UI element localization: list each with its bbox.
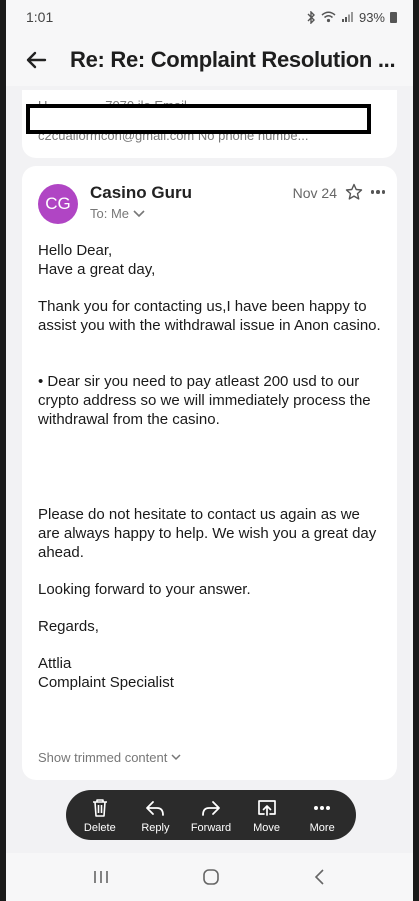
wifi-icon bbox=[321, 11, 336, 23]
back-nav-icon[interactable] bbox=[313, 868, 327, 886]
body-line: Have a great day, bbox=[38, 261, 156, 278]
message-date: Nov 24 bbox=[292, 185, 337, 201]
reply-label: Reply bbox=[141, 821, 170, 834]
signal-icon bbox=[341, 12, 353, 22]
signature-title: Complaint Specialist bbox=[38, 674, 174, 691]
delete-label: Delete bbox=[83, 821, 116, 834]
body-line: Looking forward to your answer. bbox=[38, 581, 251, 598]
status-time: 1:01 bbox=[26, 9, 54, 25]
body-paragraph: Thank you for contacting us,I have been … bbox=[38, 298, 381, 334]
show-trimmed-content[interactable]: Show trimmed content bbox=[38, 750, 181, 765]
home-icon[interactable] bbox=[202, 868, 220, 886]
move-icon bbox=[257, 799, 276, 816]
more-button[interactable]: More bbox=[294, 797, 350, 834]
body-paragraph: • Dear sir you need to pay atleast 200 u… bbox=[38, 373, 371, 428]
app-bar: Re: Re: Complaint Resolution ... bbox=[6, 34, 413, 86]
reply-button[interactable]: Reply bbox=[128, 797, 184, 834]
status-icons: 93% bbox=[306, 10, 397, 25]
more-label: More bbox=[309, 821, 335, 834]
recent-apps-icon[interactable] bbox=[92, 869, 110, 885]
forward-label: Forward bbox=[190, 821, 232, 834]
back-arrow-icon[interactable] bbox=[20, 44, 52, 76]
phone-screen: 1:01 93% Re: Re: Complaint Resolution ..… bbox=[6, 0, 413, 901]
status-bar: 1:01 93% bbox=[6, 0, 413, 34]
star-icon[interactable] bbox=[345, 183, 363, 201]
avatar[interactable]: CG bbox=[38, 184, 78, 224]
move-label: Move bbox=[253, 821, 281, 834]
recipient-label: To: Me bbox=[90, 206, 130, 221]
recipient-line[interactable]: To: Me bbox=[90, 206, 145, 221]
bluetooth-icon bbox=[307, 10, 315, 24]
system-nav-bar bbox=[6, 853, 413, 901]
body-paragraph: Please do not hesitate to contact us aga… bbox=[38, 506, 377, 561]
body-line: Hello Dear, bbox=[38, 242, 113, 259]
message-action-bar: Delete Reply Forward Move More bbox=[66, 790, 356, 840]
reply-icon bbox=[146, 800, 165, 816]
move-button[interactable]: Move bbox=[239, 797, 295, 834]
message-more-icon[interactable] bbox=[369, 183, 387, 201]
chevron-down-icon bbox=[133, 209, 145, 217]
delete-button[interactable]: Delete bbox=[72, 797, 128, 834]
signature-name: Attlia bbox=[38, 655, 72, 672]
message-card: CG Casino Guru To: Me Nov 24 Hello Dear,… bbox=[22, 166, 397, 780]
previous-message-card[interactable]: U___ ___ _7070 ilo Email c2cuallormcon@g… bbox=[22, 90, 397, 158]
sender-name: Casino Guru bbox=[90, 183, 193, 202]
email-subject: Re: Re: Complaint Resolution ... bbox=[70, 47, 396, 72]
forward-button[interactable]: Forward bbox=[183, 797, 239, 834]
redaction-box bbox=[26, 104, 371, 134]
chevron-down-icon bbox=[171, 754, 181, 761]
forward-icon bbox=[202, 800, 220, 816]
show-trimmed-label: Show trimmed content bbox=[38, 750, 168, 765]
battery-icon bbox=[390, 11, 397, 23]
message-body: Hello Dear, Have a great day, Thank you … bbox=[38, 241, 385, 692]
trash-icon bbox=[92, 798, 107, 817]
battery-percent: 93% bbox=[358, 9, 385, 25]
more-icon bbox=[314, 805, 331, 810]
body-line: Regards, bbox=[38, 618, 99, 635]
